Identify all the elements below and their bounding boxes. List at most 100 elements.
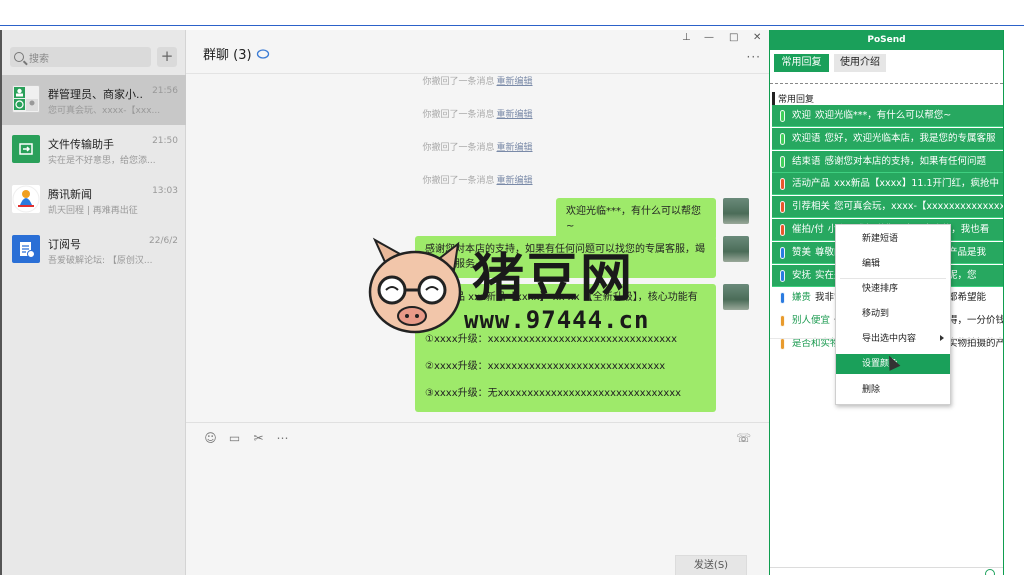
send-button[interactable]: 发送(S) (675, 555, 747, 575)
reply-row[interactable]: 引荐相关 您可真会玩，xxxx-【xxxxxxxxxxxxxxxx (772, 196, 1003, 219)
message-bubble: 活动产品 xxx新品【xxxx】 xx xx 【全新升级】，核心功能有以下: ①… (415, 284, 716, 412)
conversation-name: 腾讯新闻 (48, 188, 92, 201)
user-avatar (723, 198, 749, 224)
re-edit-link[interactable]: 重新编辑 (497, 110, 533, 120)
color-tag-icon (780, 315, 785, 328)
add-circle-icon[interactable] (985, 569, 995, 575)
reply-keyword: 嫌贵 (792, 292, 812, 304)
reply-keyword: 催拍/付 (792, 224, 824, 235)
color-tag-icon (780, 338, 785, 350)
reply-text: 您可真会玩，xxxx-【xxxxxxxxxxxxxxxx (834, 201, 1003, 213)
color-tag-icon (780, 155, 785, 168)
color-tag-icon (780, 292, 785, 305)
reply-text: 感谢您对本店的支持，如果有任何问题 (824, 155, 987, 167)
menu-item-delete[interactable]: 删除 (836, 380, 950, 400)
system-message: 你撤回了一条消息 重新编辑 (186, 74, 769, 87)
menu-item-move-to[interactable]: 移动到 (836, 304, 950, 324)
maximize-button[interactable]: □ (729, 32, 738, 43)
system-text: 你撤回了一条消息 (422, 77, 495, 87)
reply-keyword: 欢迎 (792, 110, 812, 121)
emoji-icon[interactable]: ☺ (204, 432, 217, 445)
conversation-time: 13:03 (152, 186, 178, 196)
color-tag-icon (780, 132, 785, 145)
menu-item-edit[interactable]: 编辑 (836, 254, 950, 274)
message-line: 活动产品 xxx新品【xxxx】 xx xx 【全新升级】，核心功能有以下: (425, 292, 698, 318)
reply-keyword: 活动产品 (792, 178, 831, 190)
color-tag-icon (780, 178, 785, 191)
tab-usage-intro[interactable]: 使用介绍 (834, 54, 886, 72)
tab-common-replies[interactable]: 常用回复 (774, 54, 829, 72)
tencent-news-icon (12, 185, 40, 213)
group-label: 常用回复 (772, 92, 814, 105)
reply-keyword: 别人便宜 (792, 315, 831, 327)
window-top-border (0, 25, 1024, 26)
conversation-item-group[interactable]: 群管理员、商家小... 21:56 您可真会玩、xxxx-【xxx... (2, 75, 186, 125)
reply-keyword: 结束语 (792, 155, 821, 167)
re-edit-link[interactable]: 重新编辑 (497, 143, 533, 153)
screenshot-root: 搜索 + 群管理员、商家小... 21:56 您可真会玩、xxxx-【xxx..… (0, 0, 1024, 575)
subscription-icon (12, 235, 40, 263)
reply-text: 您好，欢迎光临本店，我是您的专属客服 (824, 132, 996, 144)
user-avatar (723, 236, 749, 262)
color-tag-icon (780, 224, 785, 236)
conversation-item-file-transfer[interactable]: 文件传输助手 21:50 实在是不好意思，给您添... (2, 125, 186, 175)
conversation-item-tencent-news[interactable]: 腾讯新闻 13:03 凯天回程 | 再难再出征 (2, 175, 186, 225)
conversation-preview: 您可真会玩、xxxx-【xxx... (48, 106, 161, 116)
conversation-item-subscriptions[interactable]: 订阅号 22/6/2 吾爱破解论坛: 【原创汉... (2, 225, 186, 275)
panel-divider (770, 83, 1003, 84)
re-edit-link[interactable]: 重新编辑 (497, 176, 533, 186)
reply-text: xxx新品【xxxx】11.1开门红，疯抢中 (834, 178, 1000, 190)
reply-row[interactable]: 欢迎 欢迎光临***，有什么可以帮您~ (772, 105, 1003, 127)
pin-icon[interactable]: ⊥ (682, 32, 691, 43)
close-button[interactable]: ✕ (753, 32, 761, 43)
menu-item-new-phrase[interactable]: 新建短语 (836, 229, 950, 249)
system-text: 你撤回了一条消息 (422, 143, 495, 153)
phone-icon[interactable]: ☏ (736, 432, 751, 445)
search-placeholder: 搜索 (29, 53, 49, 65)
message-bubble: 感谢您对本店的支持，如果有任何问题可以找您的专属客服，竭诚为您服务~ (415, 236, 716, 278)
message-line: ①xxxx升级：xxxxxxxxxxxxxxxxxxxxxxxxxxxxxxxx (425, 334, 678, 345)
reply-text: 欢迎光临***，有什么可以帮您~ (815, 110, 952, 121)
submenu-arrow-icon (940, 335, 944, 341)
chat-history-icon[interactable]: ⋯ (276, 432, 289, 445)
color-tag-icon (780, 201, 785, 214)
chat-title: 群聊 (3) (203, 44, 270, 63)
conversation-name: 订阅号 (48, 238, 81, 251)
conversation-preview: 凯天回程 | 再难再出征 (48, 206, 138, 216)
chat-panel: 群聊 (3) ⊥ — □ ✕ ··· 你撤回了一条消息 重新编辑 你撤回了一条消息… (186, 30, 769, 575)
more-options-icon[interactable]: ··· (747, 50, 761, 64)
file-transfer-icon (12, 135, 40, 163)
reply-row[interactable]: 活动产品 xxx新品【xxxx】11.1开门红，疯抢中 (772, 173, 1003, 196)
add-button[interactable]: + (157, 47, 177, 67)
color-tag-icon (780, 110, 785, 122)
reply-keyword: 欢迎语 (792, 132, 821, 144)
user-avatar (723, 284, 749, 310)
conversation-name: 文件传输助手 (48, 138, 114, 151)
scissors-icon[interactable]: ✂ (252, 432, 265, 445)
reply-row[interactable]: 结束语 感谢您对本店的支持，如果有任何问题 (772, 150, 1003, 173)
color-tag-icon (780, 269, 785, 282)
folder-icon[interactable]: ▭ (228, 432, 241, 445)
reply-keyword: 安抚 (792, 269, 812, 281)
menu-item-label: 导出选中内容 (862, 334, 917, 344)
conversation-preview: 吾爱破解论坛: 【原创汉... (48, 256, 153, 266)
system-message: 你撤回了一条消息 重新编辑 (186, 173, 769, 186)
minimize-button[interactable]: — (704, 32, 714, 43)
re-edit-link[interactable]: 重新编辑 (497, 77, 533, 87)
menu-item-export[interactable]: 导出选中内容 (836, 329, 950, 349)
search-input[interactable]: 搜索 (10, 47, 151, 67)
conversation-preview: 实在是不好意思，给您添... (48, 156, 156, 166)
reply-keyword: 赞美 (792, 246, 812, 258)
conversation-time: 21:50 (152, 136, 178, 146)
chat-title-text: 群聊 (3) (203, 48, 252, 63)
conversation-sidebar: 搜索 + 群管理员、商家小... 21:56 您可真会玩、xxxx-【xxx..… (0, 30, 186, 575)
reply-row[interactable]: 欢迎语 您好，欢迎光临本店，我是您的专属客服 (772, 127, 1003, 150)
reply-keyword: 引荐相关 (792, 201, 831, 213)
message-line: ②xxxx升级：xxxxxxxxxxxxxxxxxxxxxxxxxxxxxx (425, 361, 666, 372)
footer-divider (770, 567, 1003, 568)
posend-title: PoSend (770, 30, 1003, 50)
chat-bubble-icon (256, 49, 269, 59)
menu-item-quick-sort[interactable]: 快速排序 (836, 279, 950, 299)
input-divider (186, 422, 769, 423)
conversation-name: 群管理员、商家小... (48, 88, 143, 101)
